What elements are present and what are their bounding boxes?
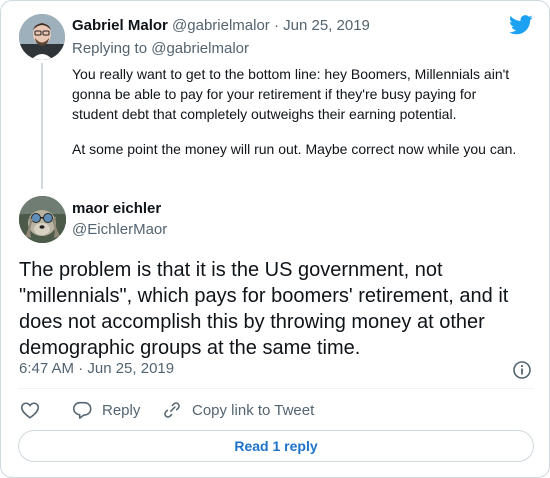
- copy-link-button[interactable]: Copy link to Tweet: [162, 399, 314, 421]
- heart-icon: [20, 402, 40, 419]
- reply-label: Reply: [102, 401, 141, 419]
- replying-to-line: Replying to @gabrielmalor: [72, 40, 249, 58]
- parent-tweet-header: Gabriel Malor @gabrielmalor · Jun 25, 20…: [72, 17, 370, 35]
- parent-separator: ·: [273, 17, 279, 34]
- reply-icon: [72, 401, 92, 419]
- main-display-name[interactable]: maor eichler: [72, 200, 161, 218]
- replying-to-handle[interactable]: @gabrielmalor: [151, 40, 249, 57]
- thread-connector-line: [41, 63, 43, 189]
- parent-tweet-text: You really want to get to the bottom lin…: [72, 64, 522, 174]
- main-tweet-text: The problem is that it is the US governm…: [19, 259, 509, 359]
- parent-display-name[interactable]: Gabriel Malor: [72, 17, 168, 34]
- parent-handle[interactable]: @gabrielmalor: [172, 17, 270, 34]
- replying-to-label: Replying to: [72, 40, 148, 57]
- copy-link-label: Copy link to Tweet: [192, 401, 315, 419]
- twitter-bird-icon[interactable]: [509, 15, 533, 35]
- read-replies-button[interactable]: Read 1 reply: [18, 430, 534, 462]
- like-button[interactable]: [19, 399, 41, 421]
- main-handle[interactable]: @EichlerMaor: [72, 221, 167, 239]
- reply-button[interactable]: Reply: [71, 399, 140, 421]
- parent-date[interactable]: Jun 25, 2019: [283, 17, 370, 34]
- embedded-tweet-card: Gabriel Malor @gabrielmalor · Jun 25, 20…: [0, 0, 550, 478]
- tweet-timestamp[interactable]: 6:47 AM · Jun 25, 2019: [19, 360, 174, 378]
- parent-paragraph: At some point the money will run out. Ma…: [72, 141, 517, 157]
- avatar-gabriel-malor[interactable]: [19, 14, 65, 60]
- link-icon: [164, 402, 180, 418]
- parent-paragraph: You really want to get to the bottom lin…: [72, 66, 510, 122]
- divider: [18, 388, 534, 389]
- info-icon[interactable]: [512, 360, 532, 380]
- avatar-maor-eichler[interactable]: [19, 196, 66, 243]
